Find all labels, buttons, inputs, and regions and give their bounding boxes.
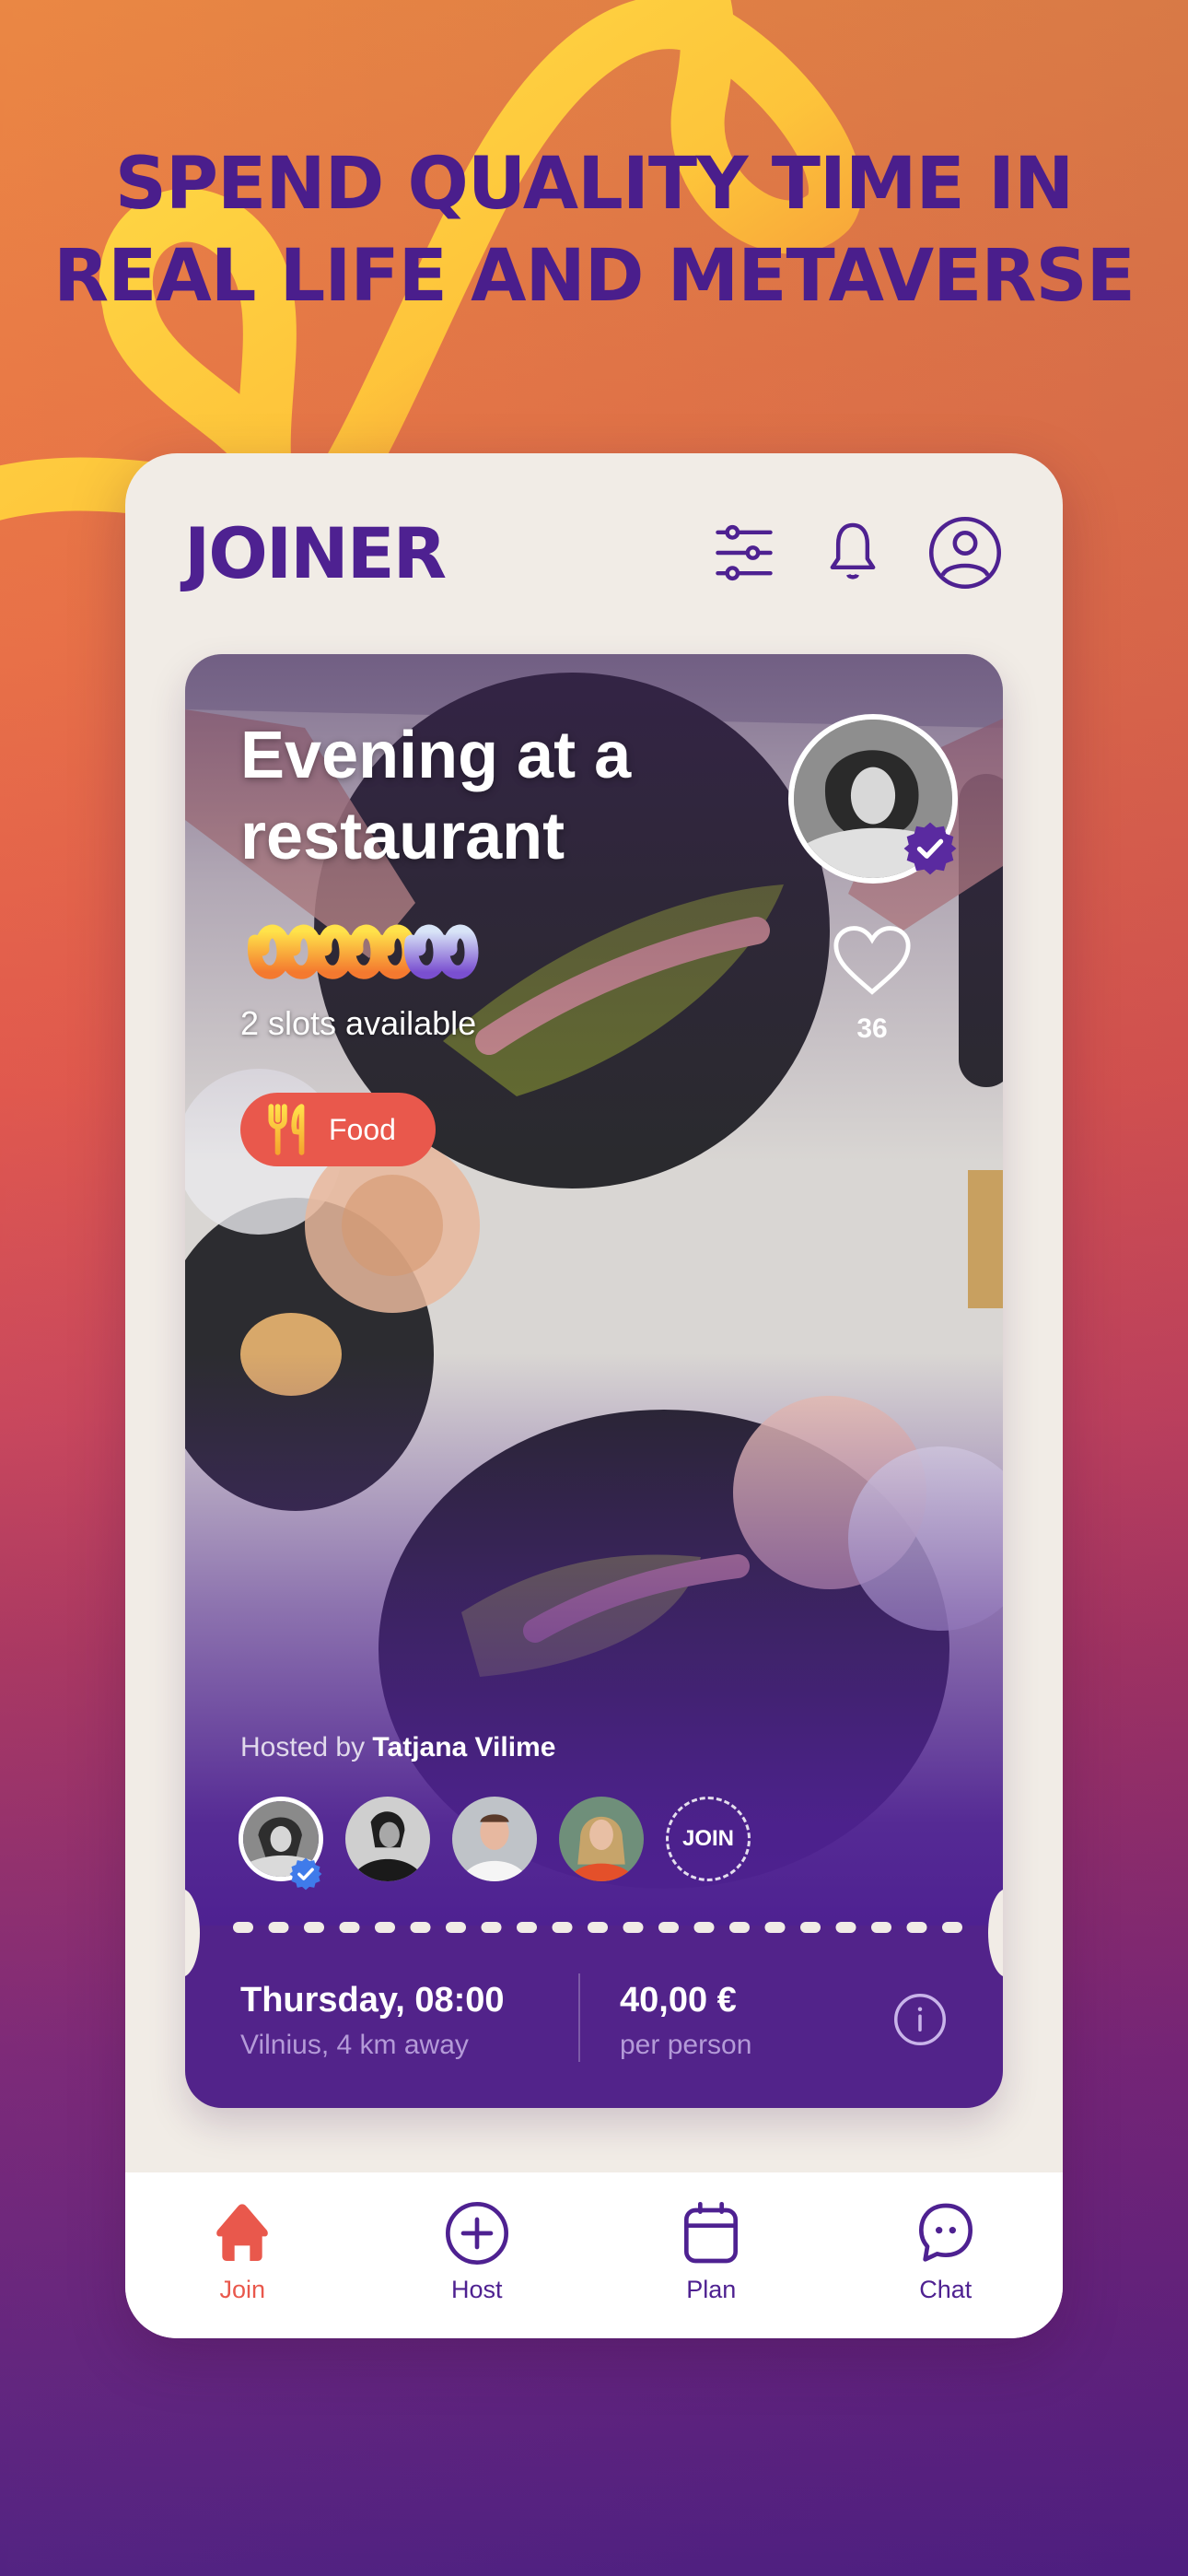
calendar-icon xyxy=(684,2202,739,2264)
perforation-dash xyxy=(375,1922,395,1933)
fork-knife-icon xyxy=(268,1104,305,1155)
event-datetime: Thursday, 08:00 xyxy=(240,1981,505,2020)
participant-avatar[interactable] xyxy=(559,1797,644,1881)
tab-label: Host xyxy=(450,2276,503,2303)
event-title: Evening at a restaurant xyxy=(240,719,632,873)
headline-line-1: SPEND QUALITY TIME IN xyxy=(114,143,1075,226)
event-price-block: 40,00 € per person xyxy=(620,1981,751,2061)
perforation-dash xyxy=(906,1922,927,1933)
tab-join[interactable]: Join xyxy=(125,2172,360,2338)
join-slot-button[interactable]: JOIN xyxy=(666,1797,751,1881)
perforation-dash xyxy=(871,1922,891,1933)
tab-plan[interactable]: Plan xyxy=(594,2172,829,2338)
info-icon xyxy=(894,1994,946,2045)
tab-label: Chat xyxy=(919,2276,973,2303)
info-divider xyxy=(578,1973,580,2062)
profile-icon[interactable] xyxy=(926,514,1004,591)
headline-line-2: REAL LIFE AND METAVERSE xyxy=(53,235,1136,318)
perforation-dash xyxy=(623,1922,644,1933)
home-icon xyxy=(216,2204,269,2261)
tab-label: Plan xyxy=(686,2276,737,2303)
perforation-dash xyxy=(552,1922,573,1933)
perforation-dash xyxy=(233,1922,253,1933)
slots-indicator xyxy=(247,924,479,979)
event-card[interactable]: Evening at a restaurant 2 slots availabl… xyxy=(185,654,1003,2108)
heart-icon xyxy=(833,926,911,995)
slot-available xyxy=(435,924,479,979)
event-time-location: Thursday, 08:00 Vilnius, 4 km away xyxy=(240,1981,505,2061)
perforation-dash xyxy=(764,1922,786,1933)
filter-sliders-icon[interactable] xyxy=(709,518,779,588)
headline: SPEND QUALITY TIME IN REAL LIFE AND META… xyxy=(0,138,1188,322)
perforation-dash xyxy=(481,1922,502,1933)
host-name[interactable]: Tatjana Vilime xyxy=(372,1732,555,1762)
bell-icon[interactable] xyxy=(818,518,888,588)
perforation-dash xyxy=(693,1922,715,1933)
perforation-dash xyxy=(446,1922,466,1933)
perforation-dash xyxy=(304,1922,324,1933)
plus-circle-icon xyxy=(445,2202,508,2265)
tab-label: Join xyxy=(219,2276,266,2303)
slots-available-text: 2 slots available xyxy=(240,1004,477,1042)
like-count: 36 xyxy=(856,1013,888,1044)
event-price-unit: per person xyxy=(620,2030,752,2060)
tab-chat[interactable]: Chat xyxy=(829,2172,1064,2338)
like-button[interactable] xyxy=(830,923,914,999)
perforation-dash xyxy=(517,1922,537,1933)
phone-screen: JOINER Evening at a restaurant 2 slots a… xyxy=(125,453,1063,2338)
app-logo: JOINER xyxy=(184,512,447,594)
participant-avatar[interactable] xyxy=(452,1797,537,1881)
perforation-dash xyxy=(942,1922,962,1933)
category-chip[interactable]: Food xyxy=(240,1093,436,1166)
perforation-dash xyxy=(268,1922,289,1933)
ticket-perforation xyxy=(233,1922,962,1933)
event-price: 40,00 € xyxy=(620,1981,737,2020)
bottom-tab-bar: Join Host Plan Chat xyxy=(125,2172,1063,2338)
hosted-by: Hosted by Tatjana Vilime xyxy=(240,1732,555,1763)
perforation-dash xyxy=(410,1922,431,1933)
tab-host[interactable]: Host xyxy=(360,2172,595,2338)
info-button[interactable] xyxy=(892,1992,948,2047)
chat-bubble-icon xyxy=(918,2203,973,2262)
verified-badge-icon xyxy=(289,1857,322,1891)
event-location: Vilnius, 4 km away xyxy=(240,2030,469,2060)
verified-badge-icon xyxy=(903,822,957,875)
perforation-dash xyxy=(658,1922,679,1933)
perforation-dash xyxy=(588,1922,608,1933)
participant-avatar[interactable] xyxy=(345,1797,430,1881)
hosted-by-prefix: Hosted by xyxy=(240,1732,366,1762)
perforation-dash xyxy=(339,1922,360,1933)
perforation-dash xyxy=(800,1922,821,1933)
perforation-dash xyxy=(729,1922,750,1933)
category-label: Food xyxy=(329,1112,396,1146)
app-header: JOINER xyxy=(125,453,1063,654)
perforation-dash xyxy=(835,1922,856,1933)
